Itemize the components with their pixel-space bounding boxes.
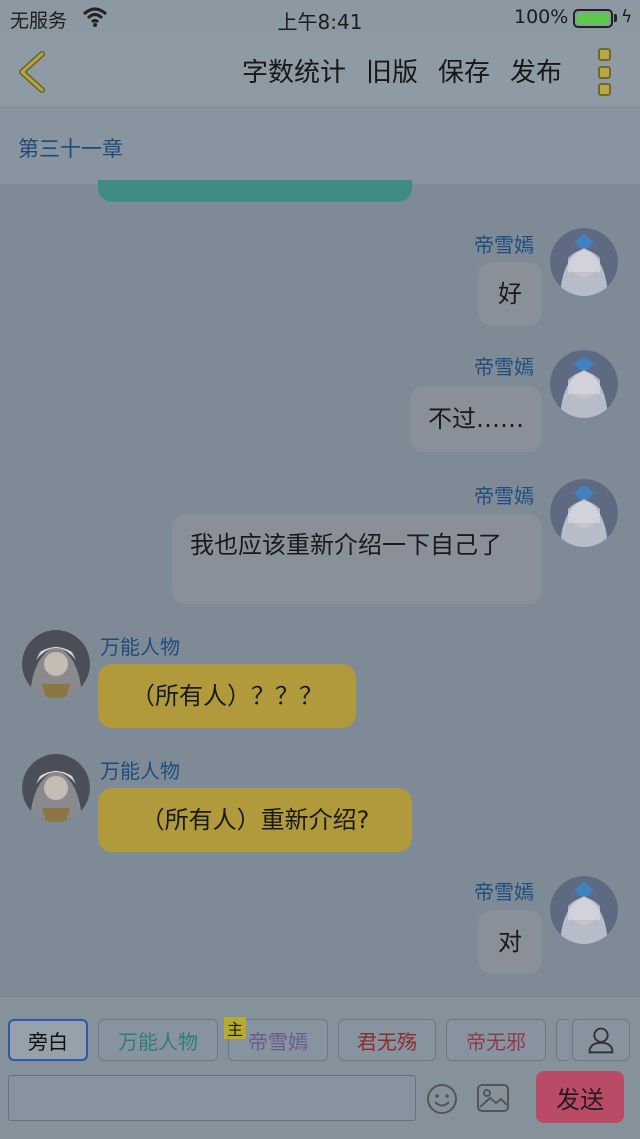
battery-percent: 100% [514,6,569,28]
message-bubble[interactable]: （所有人）重新介绍? [98,788,412,852]
chevron-left-icon[interactable] [14,50,50,94]
avatar[interactable] [22,630,90,698]
person-icon[interactable] [572,1019,630,1061]
message-bubble[interactable]: 对 [478,910,542,974]
avatar[interactable] [550,876,618,944]
chapter-header: 第三十一章 [0,108,640,184]
old-version-button[interactable]: 旧版 [366,52,418,89]
status-bar: 无服务 上午8:41 100% ϟ [0,0,640,36]
character-chip-di-wuxie[interactable]: 帝无邪 [446,1019,546,1061]
avatar[interactable] [550,228,618,296]
image-icon[interactable] [476,1083,510,1113]
sender-name: 帝雪嫣 [474,233,534,257]
battery-icon [573,9,613,28]
avatar[interactable] [550,350,618,418]
message-bubble[interactable]: （所有人）？？？ [98,664,356,728]
sender-name: 帝雪嫣 [474,880,534,904]
character-chip-jun-wushang[interactable]: 君无殇 [338,1019,436,1061]
chapter-title[interactable]: 第三十一章 [18,133,123,163]
avatar[interactable] [550,479,618,547]
avatar[interactable] [22,754,90,822]
word-count-button[interactable]: 字数统计 [242,52,346,89]
character-selector: 旁白 万能人物 帝雪嫣 主 君无殇 帝无邪 [0,1017,640,1063]
smiley-icon[interactable] [426,1083,458,1115]
message-input[interactable] [8,1075,416,1121]
message-bubble[interactable]: 不过…… [410,386,542,452]
charging-icon: ϟ [621,7,633,27]
sender-name: 帝雪嫣 [474,355,534,379]
message-bubble[interactable]: 好 [478,262,542,326]
main-character-badge: 主 [224,1017,246,1039]
nav-actions: 字数统计 旧版 保存 发布 [242,52,562,89]
send-button[interactable]: 发送 [536,1071,624,1123]
character-chip-universal[interactable]: 万能人物 [98,1019,218,1061]
sender-name: 万能人物 [100,759,180,783]
sender-name: 帝雪嫣 [474,484,534,508]
publish-button[interactable]: 发布 [510,52,562,89]
more-vertical-icon[interactable] [598,48,612,96]
sender-name: 万能人物 [100,635,180,659]
message-bubble[interactable]: 我也应该重新介绍一下自己了 [172,514,542,604]
character-chip-overflow[interactable] [556,1019,568,1061]
character-chip-narration[interactable]: 旁白 [8,1019,88,1061]
composer-panel: 旁白 万能人物 帝雪嫣 主 君无殇 帝无邪 发送 [0,996,640,1139]
previous-message-bubble [98,180,412,202]
save-button[interactable]: 保存 [438,52,490,89]
nav-bar: 字数统计 旧版 保存 发布 [0,36,640,108]
